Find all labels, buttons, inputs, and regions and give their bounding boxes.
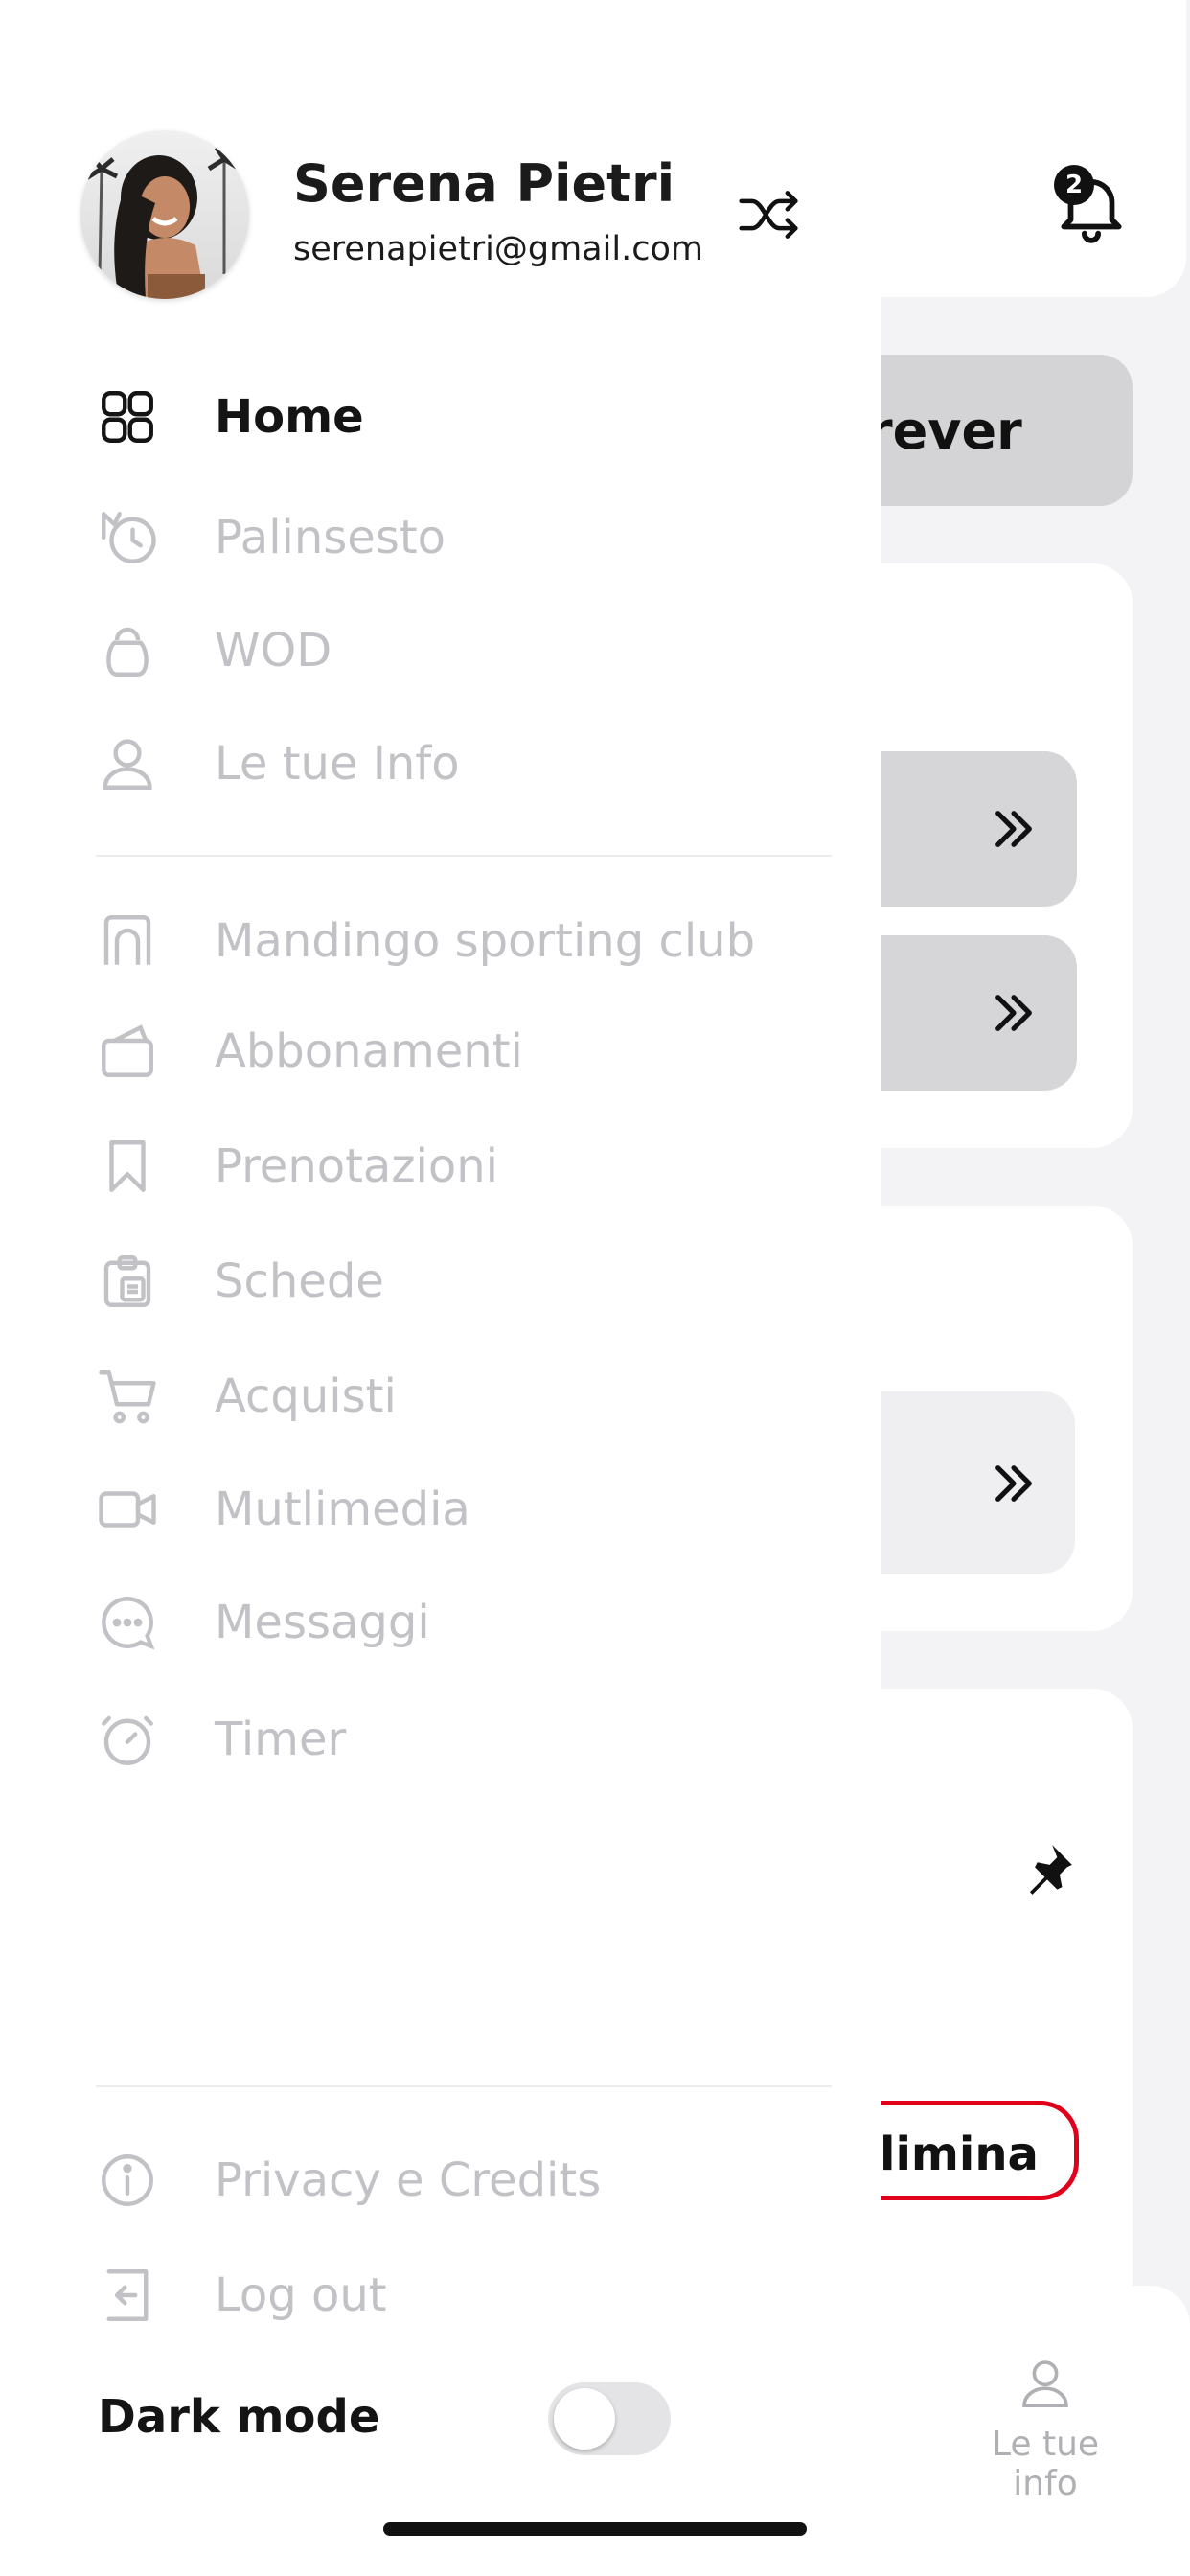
nav-user-label[interactable]: Le tue info xyxy=(958,2425,1133,2503)
menu-item-label: Schede xyxy=(215,1254,384,1308)
menu-item-label: Privacy e Credits xyxy=(215,2153,602,2207)
menu-item-le-tue-info[interactable]: Le tue Info xyxy=(96,721,824,807)
delete-button-label: limina xyxy=(880,2128,1039,2181)
menu-item-label: Le tue Info xyxy=(215,737,460,791)
menu-item-label: Abbonamenti xyxy=(215,1024,523,1078)
double-chevron-right-icon xyxy=(995,811,1032,847)
menu-item-label: Timer xyxy=(215,1713,347,1766)
info-icon xyxy=(102,2154,153,2206)
menu-item-multimedia[interactable]: Mutlimedia xyxy=(96,1466,824,1552)
dark-mode-label: Dark mode xyxy=(98,2390,380,2444)
menu-item-label: Palinsesto xyxy=(215,511,446,564)
menu-item-label: WOD xyxy=(215,624,332,678)
notification-badge: 2 xyxy=(1054,165,1094,205)
chat-icon xyxy=(102,1597,155,1650)
menu-item-logout[interactable]: Log out xyxy=(96,2252,824,2338)
user-email: serenapietri@gmail.com xyxy=(293,230,703,268)
user-icon[interactable] xyxy=(1016,2354,1075,2413)
menu-item-club[interactable]: Mandingo sporting club xyxy=(96,898,824,984)
menu-item-wod[interactable]: WOD xyxy=(96,608,824,694)
menu-item-privacy[interactable]: Privacy e Credits xyxy=(96,2137,824,2223)
pin-icon[interactable] xyxy=(1018,1840,1077,1899)
double-chevron-right-icon xyxy=(995,995,1032,1031)
shuffle-icon[interactable] xyxy=(736,182,801,247)
menu-item-label: Acquisti xyxy=(215,1369,397,1423)
clipboard-icon xyxy=(103,1255,151,1307)
subscription-icon xyxy=(102,1024,153,1077)
dark-mode-toggle-knob[interactable] xyxy=(554,2388,615,2450)
navigation-drawer: Serena Pietri serenapietri@gmail.com Hom… xyxy=(0,0,881,2576)
kettlebell-icon xyxy=(106,627,149,677)
double-chevron-right-icon xyxy=(995,1465,1032,1502)
background-card xyxy=(843,1689,1133,2359)
menu-item-home[interactable]: Home xyxy=(96,374,824,460)
stopwatch-icon xyxy=(102,1715,153,1765)
cart-icon xyxy=(99,1370,156,1424)
menu-item-prenotazioni[interactable]: Prenotazioni xyxy=(96,1123,824,1209)
home-indicator xyxy=(383,2522,807,2536)
video-icon xyxy=(99,1491,156,1528)
background-pill-text: rever xyxy=(867,401,1022,461)
schedule-history-icon xyxy=(102,512,156,564)
menu-divider xyxy=(96,855,832,857)
menu-item-label: Prenotazioni xyxy=(215,1139,498,1193)
menu-item-abbonamenti[interactable]: Abbonamenti xyxy=(96,1008,824,1094)
menu-item-palinsesto[interactable]: Palinsesto xyxy=(96,494,824,581)
user-icon xyxy=(103,739,152,790)
menu-item-label: Mutlimedia xyxy=(215,1483,470,1536)
menu-item-acquisti[interactable]: Acquisti xyxy=(96,1353,824,1439)
menu-divider xyxy=(96,2085,832,2087)
avatar[interactable] xyxy=(80,130,249,299)
user-name: Serena Pietri xyxy=(293,153,675,214)
grid-icon xyxy=(102,391,153,443)
bookmark-icon xyxy=(109,1140,146,1192)
menu-item-messaggi[interactable]: Messaggi xyxy=(96,1579,824,1666)
menu-item-schede[interactable]: Schede xyxy=(96,1238,824,1324)
building-icon xyxy=(103,915,151,965)
menu-item-label: Log out xyxy=(215,2268,387,2322)
menu-item-timer[interactable]: Timer xyxy=(96,1696,824,1782)
menu-item-label: Mandingo sporting club xyxy=(215,914,756,968)
menu-item-label: Messaggi xyxy=(215,1596,430,1649)
logout-icon xyxy=(106,2269,149,2321)
menu-item-label: Home xyxy=(215,390,364,444)
